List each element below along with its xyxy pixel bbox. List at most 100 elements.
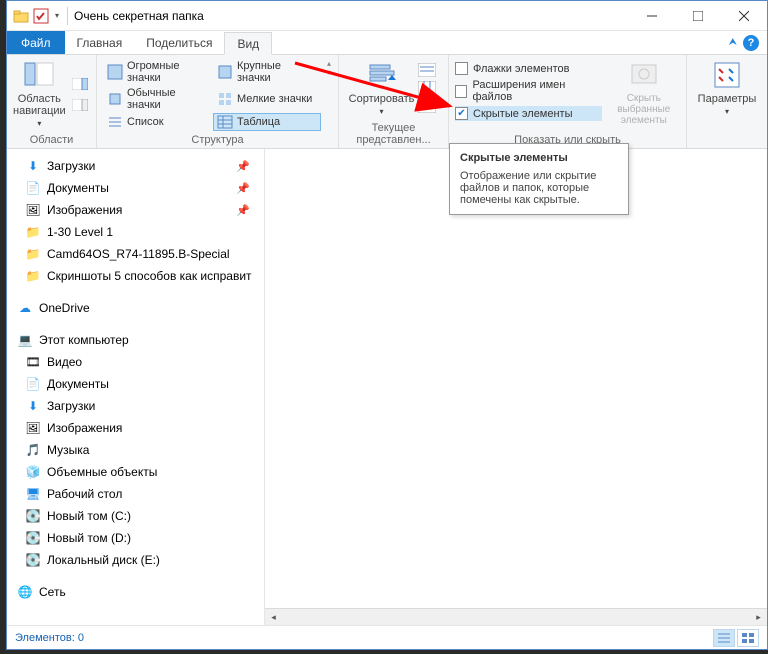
preview-pane-button[interactable] — [72, 76, 90, 116]
group-label: Структура — [103, 132, 332, 146]
tree-item-3d-objects[interactable]: 🧊Объемные объекты — [17, 461, 264, 483]
tree-item-downloads[interactable]: ⬇Загрузки📌 — [17, 155, 264, 177]
add-columns-icon[interactable] — [418, 81, 436, 95]
layout-list[interactable]: Список — [103, 113, 211, 131]
options-button[interactable]: Параметры ▾ — [697, 59, 757, 116]
window-controls — [629, 1, 767, 31]
tree-item-this-pc[interactable]: 💻Этот компьютер — [17, 329, 264, 351]
chevron-down-icon: ▾ — [725, 107, 729, 116]
tree-item-onedrive[interactable]: ☁OneDrive — [17, 297, 264, 319]
tree-item-music[interactable]: 🎵Музыка — [17, 439, 264, 461]
tree-item-network[interactable]: 🌐Сеть — [17, 581, 264, 603]
chevron-down-icon: ▾ — [379, 107, 383, 116]
drive-icon: 💽 — [25, 552, 41, 568]
minimize-button[interactable] — [629, 1, 675, 31]
hide-selected-label: Скрыть выбранные элементы — [608, 93, 680, 126]
window-title: Очень секретная папка — [74, 9, 204, 23]
size-columns-icon[interactable] — [418, 99, 436, 113]
tree-item-folder[interactable]: 📁Camd64OS_R74-11895.B-Special — [17, 243, 264, 265]
preview-pane-icon — [72, 78, 88, 90]
scroll-right-button[interactable]: ▸ — [750, 609, 767, 626]
tree-item-videos[interactable]: 🎞Видео — [17, 351, 264, 373]
layout-normal-icons[interactable]: Обычные значки — [103, 86, 211, 112]
pin-icon: 📌 — [236, 204, 250, 217]
details-view-icon — [717, 632, 731, 644]
tree-item-pictures[interactable]: 🖼Изображения📌 — [17, 199, 264, 221]
group-label — [693, 132, 761, 146]
statusbar: Элементов: 0 — [7, 625, 767, 649]
ribbon-group-panes: Область навигации ▾ Области — [7, 55, 97, 148]
tree-item-documents[interactable]: 📄Документы📌 — [17, 177, 264, 199]
help-button[interactable]: ? — [743, 35, 759, 51]
ribbon-group-layout: Огромные значки Крупные значки Обычные з… — [97, 55, 339, 148]
tree-item-drive-d[interactable]: 💽Новый том (D:) — [17, 527, 264, 549]
properties-icon[interactable] — [33, 8, 49, 24]
layout-huge-icons[interactable]: Огромные значки — [103, 59, 211, 85]
tree-item-folder[interactable]: 📁1-30 Level 1 — [17, 221, 264, 243]
tab-file[interactable]: Файл — [7, 31, 65, 54]
navigation-pane-icon — [23, 59, 55, 91]
layout-table[interactable]: Таблица — [213, 113, 321, 131]
network-icon: 🌐 — [17, 584, 33, 600]
tree-item-drive-e[interactable]: 💽Локальный диск (E:) — [17, 549, 264, 571]
folder-icon: 📁 — [25, 224, 41, 240]
tree-item-drive-c[interactable]: 💽Новый том (C:) — [17, 505, 264, 527]
desktop-icon: 🖥 — [25, 486, 41, 502]
tab-home[interactable]: Главная — [65, 31, 135, 54]
downloads-icon: ⬇ — [25, 158, 41, 174]
tree-item-documents[interactable]: 📄Документы — [17, 373, 264, 395]
layout-large-icons[interactable]: Крупные значки — [213, 59, 321, 85]
navigation-tree[interactable]: ⬇Загрузки📌 📄Документы📌 🖼Изображения📌 📁1-… — [7, 149, 265, 625]
layout-small-icons[interactable]: Мелкие значки — [213, 90, 321, 108]
tree-item-pictures[interactable]: 🖼Изображения — [17, 417, 264, 439]
tree-item-desktop[interactable]: 🖥Рабочий стол — [17, 483, 264, 505]
scroll-left-button[interactable]: ◂ — [265, 609, 282, 626]
ribbon-group-current-view: Сортировать ▾ Текущее представлен... — [339, 55, 449, 148]
ribbon-group-options: Параметры ▾ — [687, 55, 767, 148]
close-button[interactable] — [721, 1, 767, 31]
layout-scroll[interactable]: ▴▾ — [327, 59, 331, 77]
folder-icon — [13, 8, 29, 24]
options-label: Параметры — [698, 93, 757, 105]
checkbox-file-extensions[interactable]: Расширения имен файлов — [455, 78, 602, 104]
group-by-icon[interactable] — [418, 63, 436, 77]
qat: ▾ — [7, 8, 61, 24]
checkbox-item-checkboxes[interactable]: Флажки элементов — [455, 61, 602, 76]
folder-icon: 📁 — [25, 268, 41, 284]
tree-item-folder[interactable]: 📁Скриншоты 5 способов как исправит — [17, 265, 264, 287]
group-label: Текущее представлен... — [345, 120, 442, 146]
view-details-button[interactable] — [713, 629, 735, 647]
content-area: ⬇Загрузки📌 📄Документы📌 🖼Изображения📌 📁1-… — [7, 149, 767, 625]
ribbon-collapse-icon[interactable]: ⮝ — [729, 37, 738, 48]
group-label: Области — [13, 132, 90, 146]
checkbox-icon: ✔ — [455, 107, 468, 120]
status-item-count: Элементов: 0 — [15, 632, 84, 644]
pictures-icon: 🖼 — [25, 202, 41, 218]
videos-icon: 🎞 — [25, 354, 41, 370]
view-thumbnails-button[interactable] — [737, 629, 759, 647]
separator — [67, 7, 68, 25]
sort-icon — [366, 59, 398, 91]
hide-selected-icon — [628, 59, 660, 91]
documents-icon: 📄 — [25, 376, 41, 392]
file-list-area[interactable]: ◂ ▸ — [265, 149, 767, 625]
objects3d-icon: 🧊 — [25, 464, 41, 480]
sort-button[interactable]: Сортировать ▾ — [352, 59, 412, 116]
qat-dropdown-icon[interactable]: ▾ — [53, 11, 61, 20]
documents-icon: 📄 — [25, 180, 41, 196]
folder-icon: 📁 — [25, 246, 41, 262]
downloads-icon: ⬇ — [25, 398, 41, 414]
tree-item-downloads[interactable]: ⬇Загрузки — [17, 395, 264, 417]
navigation-pane-button[interactable]: Область навигации ▾ — [13, 59, 66, 128]
tab-share[interactable]: Поделиться — [134, 31, 224, 54]
onedrive-icon: ☁ — [17, 300, 33, 316]
horizontal-scrollbar[interactable]: ◂ ▸ — [265, 608, 767, 625]
checkbox-hidden-items[interactable]: ✔Скрытые элементы — [455, 106, 602, 121]
details-pane-icon — [72, 99, 88, 111]
tab-view[interactable]: Вид — [224, 32, 272, 55]
maximize-button[interactable] — [675, 1, 721, 31]
thumbnails-view-icon — [741, 632, 755, 644]
pin-icon: 📌 — [236, 160, 250, 173]
drive-icon: 💽 — [25, 530, 41, 546]
checkbox-icon — [455, 62, 468, 75]
